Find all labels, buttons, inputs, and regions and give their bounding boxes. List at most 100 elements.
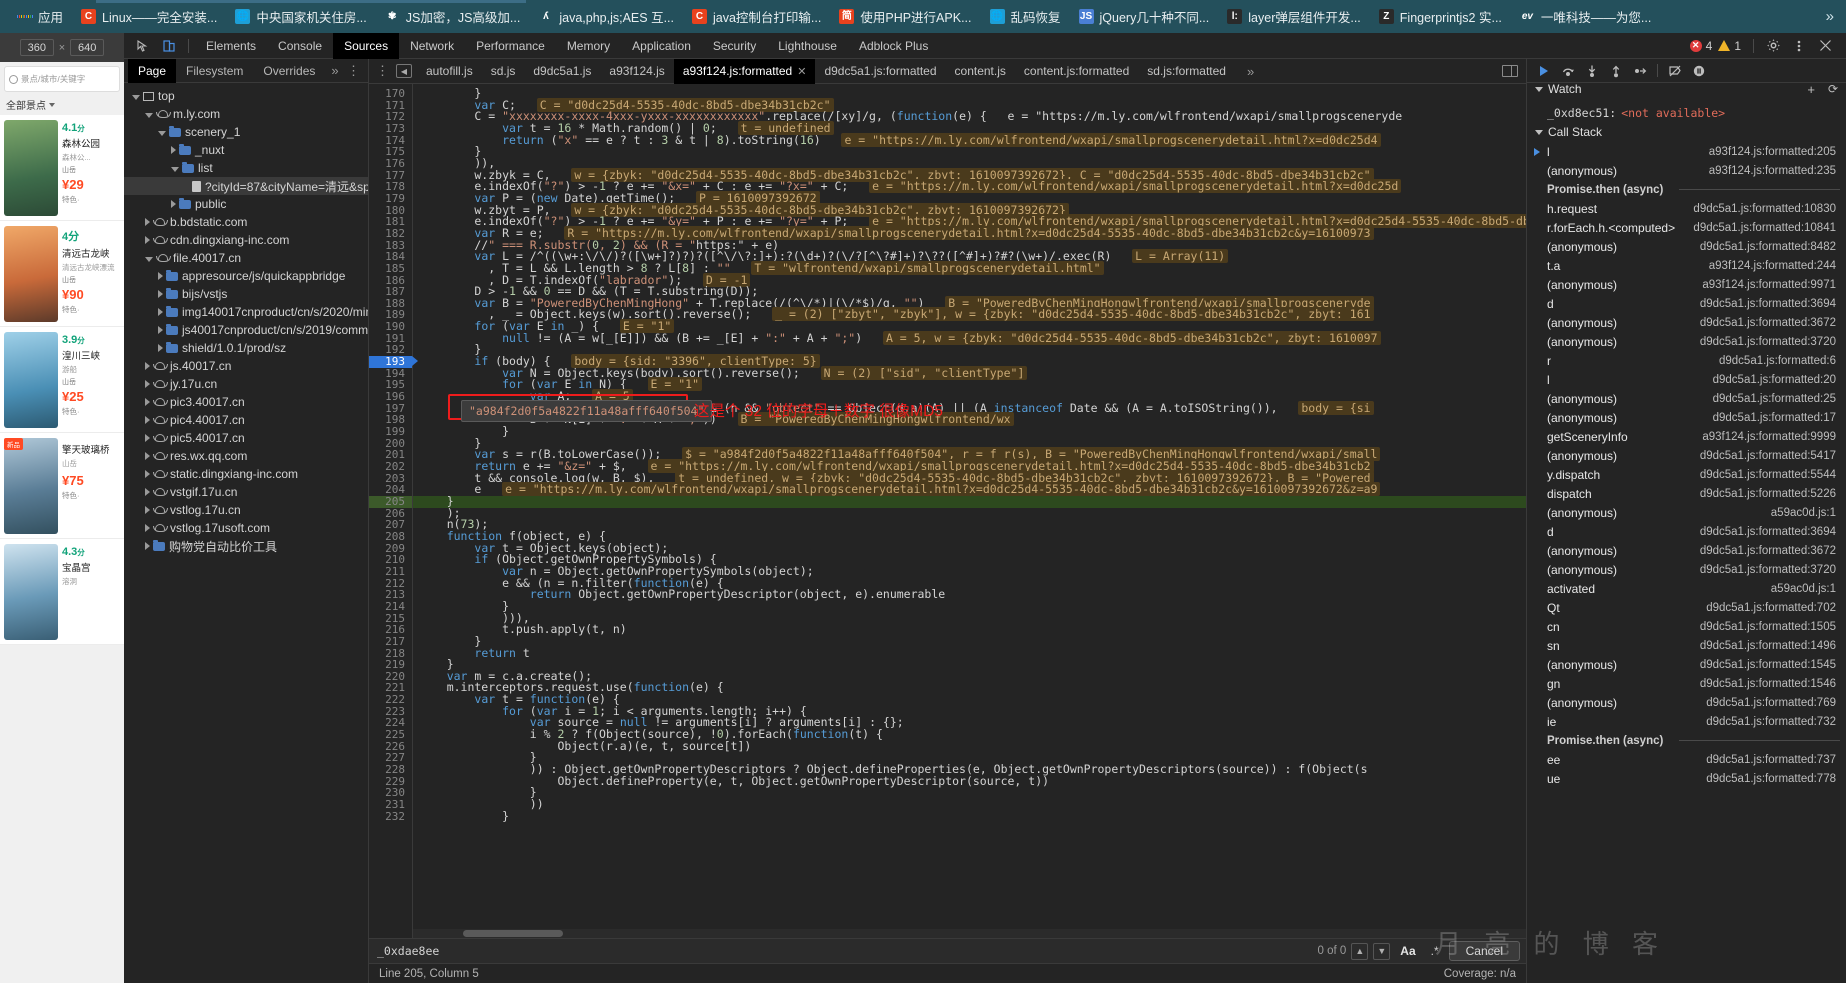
code-line[interactable]: } <box>413 425 1526 438</box>
file-tab[interactable]: sd.js <box>482 59 525 84</box>
list-item[interactable]: 4.1分 森林公园 森林公... 山岳 ¥29 特色· <box>0 115 124 221</box>
call-stack-frame[interactable]: d d9dc5a1.js:formatted:3694 <box>1527 522 1846 541</box>
tab-adblock-plus[interactable]: Adblock Plus <box>848 33 939 59</box>
line-number[interactable]: 228 <box>369 764 412 776</box>
watch-section-header[interactable]: Watch + ⟳ <box>1527 83 1846 99</box>
device-width-input[interactable]: 360 <box>19 39 54 56</box>
tree-item[interactable]: img140017cnproduct/cn/s/2020/min <box>124 303 368 321</box>
editor-horizontal-scrollbar[interactable] <box>413 929 1526 938</box>
call-stack-frame[interactable]: l d9dc5a1.js:formatted:20 <box>1527 370 1846 389</box>
chevron-right-icon[interactable] <box>158 326 163 334</box>
call-stack-frame[interactable]: (anonymous) d9dc5a1.js:formatted:5417 <box>1527 446 1846 465</box>
warning-count-icon[interactable] <box>1718 40 1731 51</box>
call-stack-frame[interactable]: (anonymous) d9dc5a1.js:formatted:25 <box>1527 389 1846 408</box>
chevron-right-icon[interactable] <box>145 488 150 496</box>
editor-kebab-menu-icon[interactable]: ⋮ <box>369 63 396 79</box>
call-stack-frame[interactable]: gn d9dc5a1.js:formatted:1546 <box>1527 674 1846 693</box>
site-filter-dropdown[interactable]: 全部景点 <box>0 94 124 115</box>
bookmark-item[interactable]: 🌐 中央国家机关住房... <box>226 5 375 29</box>
code-line[interactable]: } <box>413 146 1526 158</box>
chevron-right-icon[interactable] <box>145 380 150 388</box>
bookmark-item[interactable]: Z Fingerprintjs2 实... <box>1370 5 1511 29</box>
call-stack-frame[interactable]: ee d9dc5a1.js:formatted:737 <box>1527 750 1846 769</box>
toggle-device-toolbar-icon[interactable] <box>156 35 182 57</box>
chevron-right-icon[interactable] <box>145 524 150 532</box>
search-next-icon[interactable]: ▼ <box>1373 942 1391 960</box>
line-number[interactable]: 232 <box>369 811 412 823</box>
bookmark-item[interactable]: C Linux——完全安装... <box>72 5 226 29</box>
toggle-debugger-sidebar-icon[interactable] <box>1502 65 1518 77</box>
line-number[interactable]: 176 <box>369 158 412 170</box>
call-stack-frame[interactable]: cn d9dc5a1.js:formatted:1505 <box>1527 617 1846 636</box>
call-stack-frame[interactable]: r d9dc5a1.js:formatted:6 <box>1527 351 1846 370</box>
code-content[interactable]: } var C; C = "d0dc25d4-5535-40dc-8bd5-db… <box>413 84 1526 938</box>
line-number[interactable]: 217 <box>369 636 412 648</box>
line-number[interactable]: 211 <box>369 566 412 578</box>
call-stack-frame[interactable]: (anonymous) d9dc5a1.js:formatted:3720 <box>1527 332 1846 351</box>
regex-button[interactable]: .* <box>1426 944 1444 958</box>
call-stack-frame[interactable]: (anonymous) d9dc5a1.js:formatted:769 <box>1527 693 1846 712</box>
chevron-right-icon[interactable] <box>158 308 163 316</box>
line-number[interactable]: 199 <box>369 426 412 438</box>
tree-item[interactable]: pic5.40017.cn <box>124 429 368 447</box>
navigator-toggle-icon[interactable]: ◀ <box>396 64 412 78</box>
line-number[interactable]: 208 <box>369 531 412 543</box>
tree-item[interactable]: 购物党自动比价工具 <box>124 537 368 555</box>
call-stack-frame[interactable]: y.dispatch d9dc5a1.js:formatted:5544 <box>1527 465 1846 484</box>
chevron-down-icon[interactable] <box>171 166 179 172</box>
error-count-icon[interactable]: ✕ <box>1689 39 1702 52</box>
chevron-right-icon[interactable] <box>145 236 150 244</box>
line-number[interactable]: 231 <box>369 799 412 811</box>
line-number[interactable]: 202 <box>369 461 412 473</box>
deactivate-breakpoints-button[interactable] <box>1664 61 1686 81</box>
chevron-right-icon[interactable] <box>145 362 150 370</box>
watch-add-icon[interactable]: + <box>1807 83 1815 97</box>
tree-item[interactable]: top <box>124 87 368 105</box>
search-cancel-button[interactable]: Cancel <box>1448 941 1520 961</box>
code-line[interactable]: )) <box>413 798 1526 811</box>
call-stack-frame[interactable]: t.a a93f124.js:formatted:244 <box>1527 256 1846 275</box>
tree-item[interactable]: m.ly.com <box>124 105 368 123</box>
list-item[interactable]: 3.9分 湟川三峡 游船 山岳 ¥25 特色· <box>0 327 124 433</box>
tab-application[interactable]: Application <box>621 33 702 59</box>
call-stack-frame[interactable]: Qt d9dc5a1.js:formatted:702 <box>1527 598 1846 617</box>
list-item[interactable]: 4.3分 宝晶宫 溶洞 <box>0 539 124 645</box>
tree-item[interactable]: file.40017.cn <box>124 249 368 267</box>
chevron-down-icon[interactable] <box>145 112 153 118</box>
step-button[interactable] <box>1629 61 1651 81</box>
tab-elements[interactable]: Elements <box>195 33 267 59</box>
call-stack-frame[interactable]: h.request d9dc5a1.js:formatted:10830 <box>1527 199 1846 218</box>
chevron-right-icon[interactable] <box>145 452 150 460</box>
tab-sources[interactable]: Sources <box>333 32 400 59</box>
search-prev-icon[interactable]: ▲ <box>1351 942 1369 960</box>
file-tab[interactable]: a93f124.js <box>600 59 673 84</box>
tree-item[interactable]: b.bdstatic.com <box>124 213 368 231</box>
resume-button[interactable] <box>1533 61 1555 81</box>
line-number[interactable]: 173 <box>369 123 412 135</box>
tree-item[interactable]: ?cityId=87&cityName=清远&spr <box>124 177 368 195</box>
line-number-gutter[interactable]: 170 171 172 173 174 175 176 177 178 179 180 181 182 1… <box>369 84 418 938</box>
chevron-right-icon[interactable] <box>145 434 150 442</box>
call-stack-frame[interactable]: r.forEach.h.<computed> d9dc5a1.js:formatt… <box>1527 218 1846 237</box>
call-stack-frame[interactable]: sn d9dc5a1.js:formatted:1496 <box>1527 636 1846 655</box>
tree-item[interactable]: res.wx.qq.com <box>124 447 368 465</box>
call-stack-frame[interactable]: dispatch d9dc5a1.js:formatted:5226 <box>1527 484 1846 503</box>
call-stack-frame[interactable]: l a93f124.js:formatted:205 <box>1527 142 1846 161</box>
line-number[interactable]: 170 <box>369 88 412 100</box>
call-stack-frame[interactable]: d d9dc5a1.js:formatted:3694 <box>1527 294 1846 313</box>
chevron-right-icon[interactable] <box>145 398 150 406</box>
bookmarks-overflow-icon[interactable]: » <box>1826 8 1846 25</box>
bookmark-item[interactable]: JS jQuery几十种不同... <box>1070 5 1219 29</box>
tab-security[interactable]: Security <box>702 33 767 59</box>
list-item[interactable]: 4分 清远古龙峡 清远古龙峡漂流 山岳 ¥90 特色· <box>0 221 124 327</box>
chevron-right-icon[interactable] <box>145 542 150 550</box>
code-editor[interactable]: 170 171 172 173 174 175 176 177 178 179 180 181 182 1… <box>369 84 1526 938</box>
code-line[interactable]: } <box>413 495 1526 508</box>
devtools-kebab-menu-icon[interactable] <box>1786 35 1812 57</box>
file-tab[interactable]: content.js <box>946 59 1015 84</box>
tree-item[interactable]: shield/1.0.1/prod/sz <box>124 339 368 357</box>
tree-item[interactable]: pic3.40017.cn <box>124 393 368 411</box>
chevron-right-icon[interactable] <box>158 344 163 352</box>
code-line[interactable]: } <box>413 810 1526 823</box>
file-tab[interactable]: autofill.js <box>417 59 482 84</box>
